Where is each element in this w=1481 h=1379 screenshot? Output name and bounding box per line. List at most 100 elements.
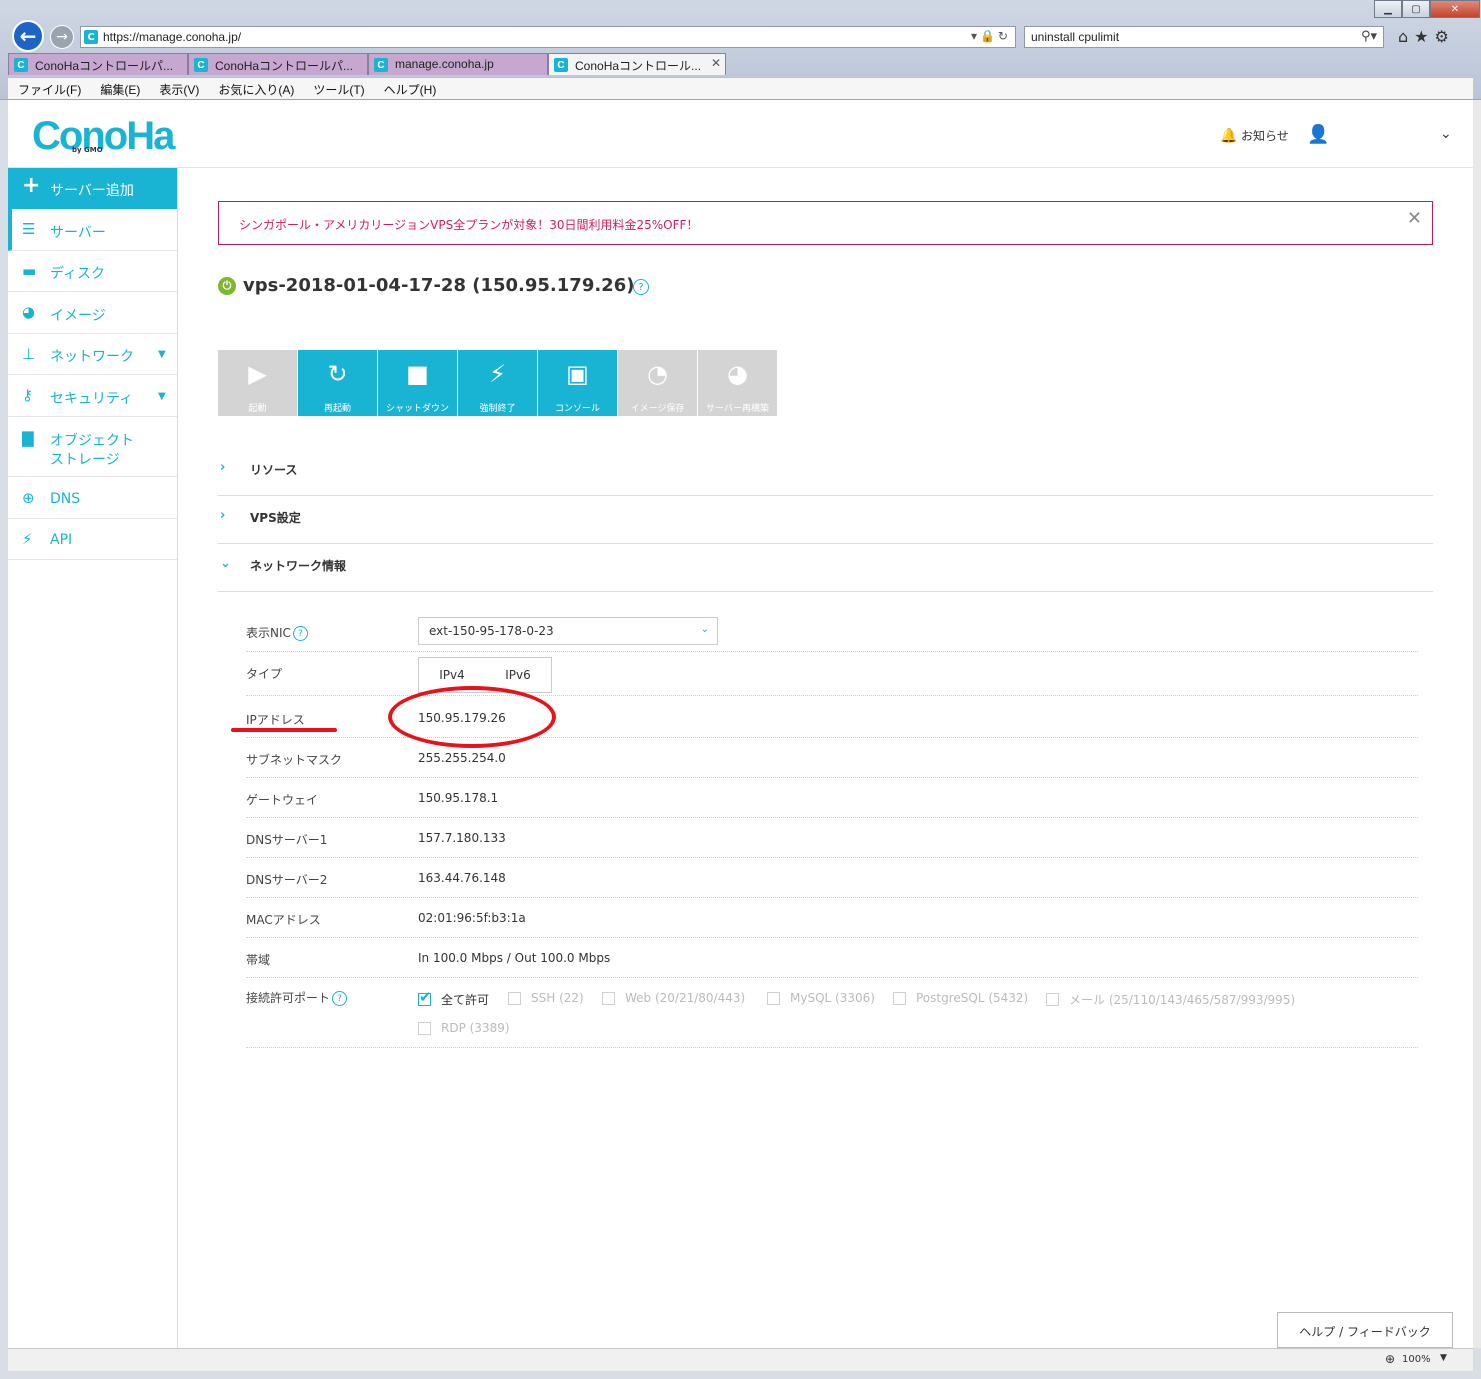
section-vps-settings[interactable]: › VPS設定 [218,496,1433,544]
play-icon: ▶ [248,360,267,388]
sidebar-item-network[interactable]: ⊥ ネットワーク ▼ [8,334,177,375]
menu-view[interactable]: 表示(V) [149,78,208,99]
section-resources[interactable]: › リソース [218,448,1433,496]
checkbox-label: PostgreSQL (5432) [916,991,1029,1005]
url-text[interactable]: https://manage.conoha.jp/ [103,30,241,44]
browser-toolbar: ▁ ▢ ✕ ← → C https://manage.conoha.jp/ ▾🔒… [0,0,1481,100]
restart-button[interactable]: ↻ 再起動 [298,350,377,416]
type-label: タイプ [246,667,283,681]
promo-banner[interactable]: シンガポール・アメリカリージョンVPS全プランが対象！30日間利用料金25%OF… [218,201,1433,245]
nic-select[interactable]: ext-150-95-178-0-23 ⌄ [418,617,718,645]
dns1-label: DNSサーバー1 [246,833,328,847]
sidebar-item-dns[interactable]: ⊕ DNS [8,477,177,519]
port-checkbox-mail[interactable]: メール (25/110/143/465/587/993/995) [1046,991,1295,1008]
chevron-down-icon: ⌄ [220,556,231,571]
back-button[interactable]: ← [12,20,44,52]
menu-favorites[interactable]: お気に入り(A) [208,78,303,99]
sidebar-item-server[interactable]: ☰ サーバー [8,209,177,251]
port-checkbox-ssh[interactable]: SSH (22) [508,991,584,1005]
port-checkbox-rdp[interactable]: RDP (3389) [418,1021,510,1035]
add-server-button[interactable]: + サーバー追加 [8,168,177,209]
menu-bar: ファイル(F) 編集(E) 表示(V) お気に入り(A) ツール(T) ヘルプ(… [8,77,1473,99]
port-checkbox-all[interactable]: 全て許可 [418,988,489,1008]
search-input[interactable]: uninstall cpulimit [1031,30,1119,44]
network-icon: ⊥ [22,345,36,363]
main-content: シンガポール・アメリカリージョンVPS全プランが対象！30日間利用料金25%OF… [178,168,1473,1348]
chevron-down-icon[interactable]: ⌄ [1440,126,1452,142]
section-title: VPS設定 [250,511,301,525]
chevron-right-icon: › [220,508,226,523]
action-label: 起動 [248,404,267,414]
search-icon[interactable]: ⚲▾ [1361,29,1377,44]
checkbox-checked-icon[interactable] [418,988,432,1006]
user-icon[interactable]: 👤 [1307,124,1329,145]
page-scrollbar[interactable] [1473,100,1481,1348]
rebuild-server-button[interactable]: ◕ サーバー再構築 [698,350,777,416]
close-window-button[interactable]: ✕ [1430,0,1480,18]
checkbox-icon[interactable] [508,991,521,1005]
sidebar-item-image[interactable]: ◕ イメージ [8,292,177,334]
address-tools-icons[interactable]: ▾🔒↻ [971,29,1011,43]
sidebar-item-object-storage[interactable]: ▇ オブジェクト ストレージ [8,417,177,477]
menu-help[interactable]: ヘルプ(H) [374,78,446,99]
tab-close-icon[interactable]: ✕ [711,56,721,70]
save-image-button[interactable]: ◔ イメージ保存 [618,350,697,416]
checkbox-label: MySQL (3306) [790,991,875,1005]
search-box[interactable]: uninstall cpulimit ⚲▾ [1024,26,1384,48]
console-button[interactable]: ▣ コンソール [538,350,617,416]
port-checkbox-mysql[interactable]: MySQL (3306) [767,991,875,1005]
annotation-underline [231,728,337,732]
home-favorites-settings-icons[interactable]: ⌂★⚙ [1398,27,1455,46]
maximize-button[interactable]: ▢ [1402,0,1430,18]
sidebar-item-security[interactable]: ⚷ セキュリティ ▼ [8,375,177,417]
sidebar-item-label: ネットワーク [50,349,134,365]
subnet-row: サブネットマスク 255.255.254.0 [246,738,1418,778]
sidebar-item-label: API [50,532,73,548]
checkbox-icon[interactable] [602,991,615,1005]
sidebar-item-label: サーバー [50,225,106,241]
ip-label: IPアドレス [246,713,305,727]
shutdown-button[interactable]: ■ シャットダウン [378,350,457,416]
help-feedback-button[interactable]: ヘルプ / フィードバック [1277,1312,1453,1348]
menu-file[interactable]: ファイル(F) [8,78,90,99]
menu-tools[interactable]: ツール(T) [303,78,373,99]
bell-icon[interactable]: 🔔 [1220,128,1237,144]
action-label: 強制終了 [479,404,516,414]
mac-label: MACアドレス [246,913,321,927]
notifications-link[interactable]: お知らせ [1241,127,1289,144]
address-bar[interactable]: C https://manage.conoha.jp/ ▾🔒↻ [80,26,1016,48]
zoom-icon[interactable]: ⊕ [1385,1352,1395,1366]
section-title: リソース [250,463,298,477]
menu-edit[interactable]: 編集(E) [90,78,149,99]
close-icon[interactable]: ✕ [1407,208,1422,229]
nic-label: 表示NIC? [246,624,308,641]
sidebar-item-api[interactable]: ⚡ API [8,519,177,560]
browser-tab[interactable]: C manage.conoha.jp [368,53,548,75]
checkbox-icon[interactable] [893,991,906,1005]
port-checkbox-postgresql[interactable]: PostgreSQL (5432) [893,991,1028,1005]
browser-tab-active[interactable]: C ConoHaコントロール... ✕ [548,53,726,75]
checkbox-icon[interactable] [1046,993,1059,1006]
browser-tab[interactable]: C ConoHaコントロールパ... [188,53,368,75]
browser-tab[interactable]: C ConoHaコントロールパ... [8,53,188,75]
browser-status-bar: ⊕ 100% ▼ [8,1348,1473,1371]
chevron-right-icon: › [220,460,226,475]
start-button[interactable]: ▶ 起動 [218,350,297,416]
chevron-down-icon[interactable]: ▼ [1440,1353,1447,1363]
annotation-circle [388,686,556,748]
checkbox-icon[interactable] [767,991,780,1005]
zoom-level[interactable]: 100% [1402,1354,1431,1365]
help-icon[interactable]: ? [332,991,348,1006]
checkbox-icon[interactable] [418,1021,431,1035]
forward-button[interactable]: → [50,25,74,49]
gateway-row: ゲートウェイ 150.95.178.1 [246,778,1418,818]
help-icon[interactable]: ? [633,279,649,295]
minimize-button[interactable]: ▁ [1374,0,1402,18]
section-title: ネットワーク情報 [250,559,347,573]
sidebar-item-disk[interactable]: ▬ ディスク [8,251,177,292]
force-stop-button[interactable]: ⚡ 強制終了 [458,350,537,416]
promo-text[interactable]: シンガポール・アメリカリージョンVPS全プランが対象！30日間利用料金25%OF… [239,218,698,232]
port-checkbox-web[interactable]: Web (20/21/80/443) [602,991,745,1005]
section-network-info[interactable]: ⌄ ネットワーク情報 [218,544,1433,592]
help-icon[interactable]: ? [292,626,308,641]
